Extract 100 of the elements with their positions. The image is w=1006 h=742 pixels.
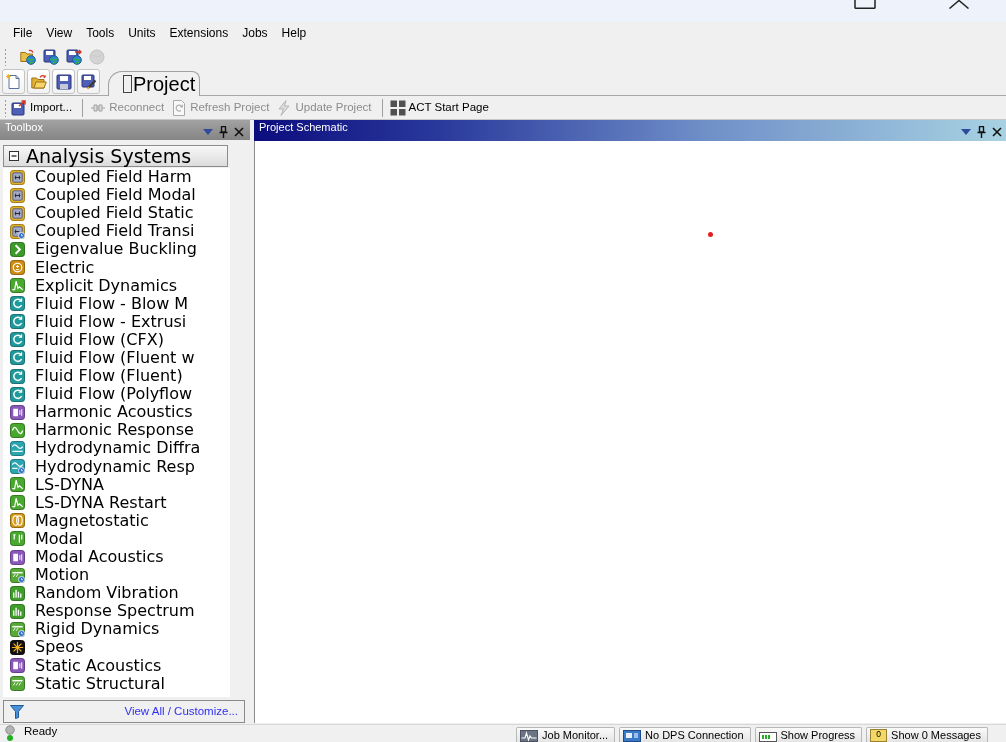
collapse-icon[interactable] (9, 151, 19, 161)
spike-chart-icon (10, 495, 25, 511)
pulse-chart-icon (520, 729, 538, 742)
grid-clock-icon (10, 223, 25, 239)
toolbar-button[interactable]: Import... (9, 96, 78, 119)
status-button[interactable]: Job Monitor... (516, 727, 616, 742)
menu-item[interactable]: View (39, 22, 80, 44)
toolbox-item[interactable]: Static Acoustics (3, 656, 230, 675)
speaker-tile-icon (10, 549, 25, 565)
spike-chart-icon (10, 278, 25, 294)
toolbox-item[interactable]: Fluid Flow - Blow M (3, 294, 230, 313)
cycle-arrows-icon (10, 296, 25, 312)
missing-glyph-icon (123, 75, 132, 93)
toolbox-item[interactable]: Hydrodynamic Diffra (3, 439, 230, 458)
pin-icon[interactable] (219, 126, 228, 138)
toolbox-item[interactable]: Fluid Flow (CFX) (3, 330, 230, 349)
toolbox-item[interactable]: LS-DYNA (3, 475, 230, 494)
globe-disk-icon[interactable] (42, 48, 59, 65)
panel-title: Toolbox (5, 120, 43, 134)
status-button[interactable]: No DPS Connection (619, 727, 751, 742)
menu-item[interactable]: File (6, 22, 40, 44)
toolbox-item[interactable]: Hydrodynamic Resp (3, 457, 230, 476)
cycle-arrows-icon (10, 368, 25, 384)
toolbox-item[interactable]: Harmonic Acoustics (3, 403, 230, 422)
globe-disk-arrow-icon[interactable] (65, 48, 82, 65)
toolbox-item[interactable]: Motion (3, 566, 230, 585)
wave-icon (10, 440, 25, 456)
grid-icon (389, 99, 406, 116)
toolbox-item[interactable]: Coupled Field Static (3, 204, 230, 223)
toolbox-item[interactable]: Speos (3, 638, 230, 657)
toolbox-item[interactable]: Eigenvalue Buckling (3, 240, 230, 259)
toolbox-item[interactable]: Magnetostatic (3, 511, 230, 530)
plus-minus-icon (10, 260, 25, 275)
close-icon[interactable] (948, 0, 970, 9)
menu-item[interactable]: Extensions (162, 22, 236, 44)
toolbox-item[interactable]: Fluid Flow (Polyflow (3, 385, 230, 404)
menu-item[interactable]: Tools (79, 22, 122, 44)
status-button[interactable]: Show Progress (754, 727, 863, 742)
grid-tile-icon (10, 169, 25, 185)
toolbox-item[interactable]: Explicit Dynamics (3, 276, 230, 295)
bar-chart-icon (10, 585, 25, 601)
refresh-document-icon (171, 99, 188, 116)
section-header[interactable]: Analysis Systems (3, 145, 228, 167)
project-tab[interactable]: Project (108, 71, 201, 96)
menu-item[interactable]: Help (274, 22, 314, 44)
toolbox-item[interactable]: Rigid Dynamics (3, 620, 230, 639)
wave-clock-icon (10, 459, 25, 475)
cycle-arrows-icon (10, 314, 25, 330)
maximize-icon[interactable] (854, 0, 876, 9)
dropdown-arrow-icon[interactable] (961, 129, 971, 135)
message-count: 0 (870, 729, 888, 742)
toolbox-item[interactable]: Modal Acoustics (3, 547, 230, 567)
grid-tile-icon (10, 187, 25, 203)
open-folder-icon[interactable] (30, 73, 47, 90)
fork-tile-icon (10, 531, 25, 547)
status-button[interactable]: 0 Show 0 Messages (866, 727, 988, 742)
globe-folder-icon[interactable] (19, 48, 36, 65)
toolbox-item[interactable]: Fluid Flow (Fluent w (3, 348, 230, 368)
speaker-tile-icon (10, 404, 25, 420)
dropdown-arrow-icon[interactable] (203, 129, 213, 135)
close-icon[interactable] (992, 127, 1002, 137)
cycle-arrows-icon (10, 386, 25, 402)
toolbox-item[interactable]: Static Structural (3, 674, 230, 693)
toolbox-item[interactable]: Coupled Field Harm (3, 168, 230, 187)
toolbox-item[interactable]: Coupled Field Transi (3, 222, 230, 241)
spike-chart-icon (10, 477, 25, 493)
toolbox-item[interactable]: Harmonic Response (3, 421, 230, 440)
close-icon[interactable] (234, 127, 244, 137)
sine-wave-icon (10, 422, 25, 438)
new-file-icon[interactable] (5, 73, 22, 90)
view-all-link[interactable]: View All / Customize... (124, 702, 238, 721)
toolbox-item[interactable]: Electric (3, 258, 230, 277)
toolbar-button[interactable]: ACT Start Page (387, 96, 494, 119)
dot-icon (708, 232, 713, 237)
grid-tile-icon (10, 205, 25, 221)
coil-icon (10, 513, 25, 529)
monitor-icon (623, 729, 642, 742)
toolbox-item[interactable]: Random Vibration (3, 584, 230, 603)
disk-pencil-icon[interactable] (80, 73, 97, 90)
menu-item[interactable]: Jobs (235, 22, 275, 44)
status-light-icon (5, 725, 15, 741)
toolbox-item[interactable]: Fluid Flow (Fluent) (3, 367, 230, 386)
toolbox-item[interactable]: Coupled Field Modal (3, 186, 230, 205)
speaker-tile-icon (10, 658, 25, 674)
menu-item[interactable]: Units (121, 22, 163, 44)
cycle-arrows-icon (10, 350, 25, 366)
toolbox-item[interactable]: Response Spectrum (3, 602, 230, 621)
status-text: Ready (24, 725, 58, 738)
cycle-arrows-icon (10, 332, 25, 348)
filter-icon[interactable] (10, 704, 24, 719)
toolbox-item[interactable]: Fluid Flow - Extrusi (3, 312, 230, 331)
hatch-clock-icon (10, 621, 25, 637)
starburst-icon (10, 640, 25, 655)
bar-chart-icon (10, 603, 25, 619)
progress-bar-icon (758, 729, 777, 742)
toolbox-item[interactable]: Modal (3, 529, 230, 548)
toolbox-item[interactable]: LS-DYNA Restart (3, 493, 230, 512)
chevron-tile-icon (10, 241, 25, 257)
pin-icon[interactable] (977, 126, 986, 138)
hatch-clock-icon (10, 567, 25, 583)
